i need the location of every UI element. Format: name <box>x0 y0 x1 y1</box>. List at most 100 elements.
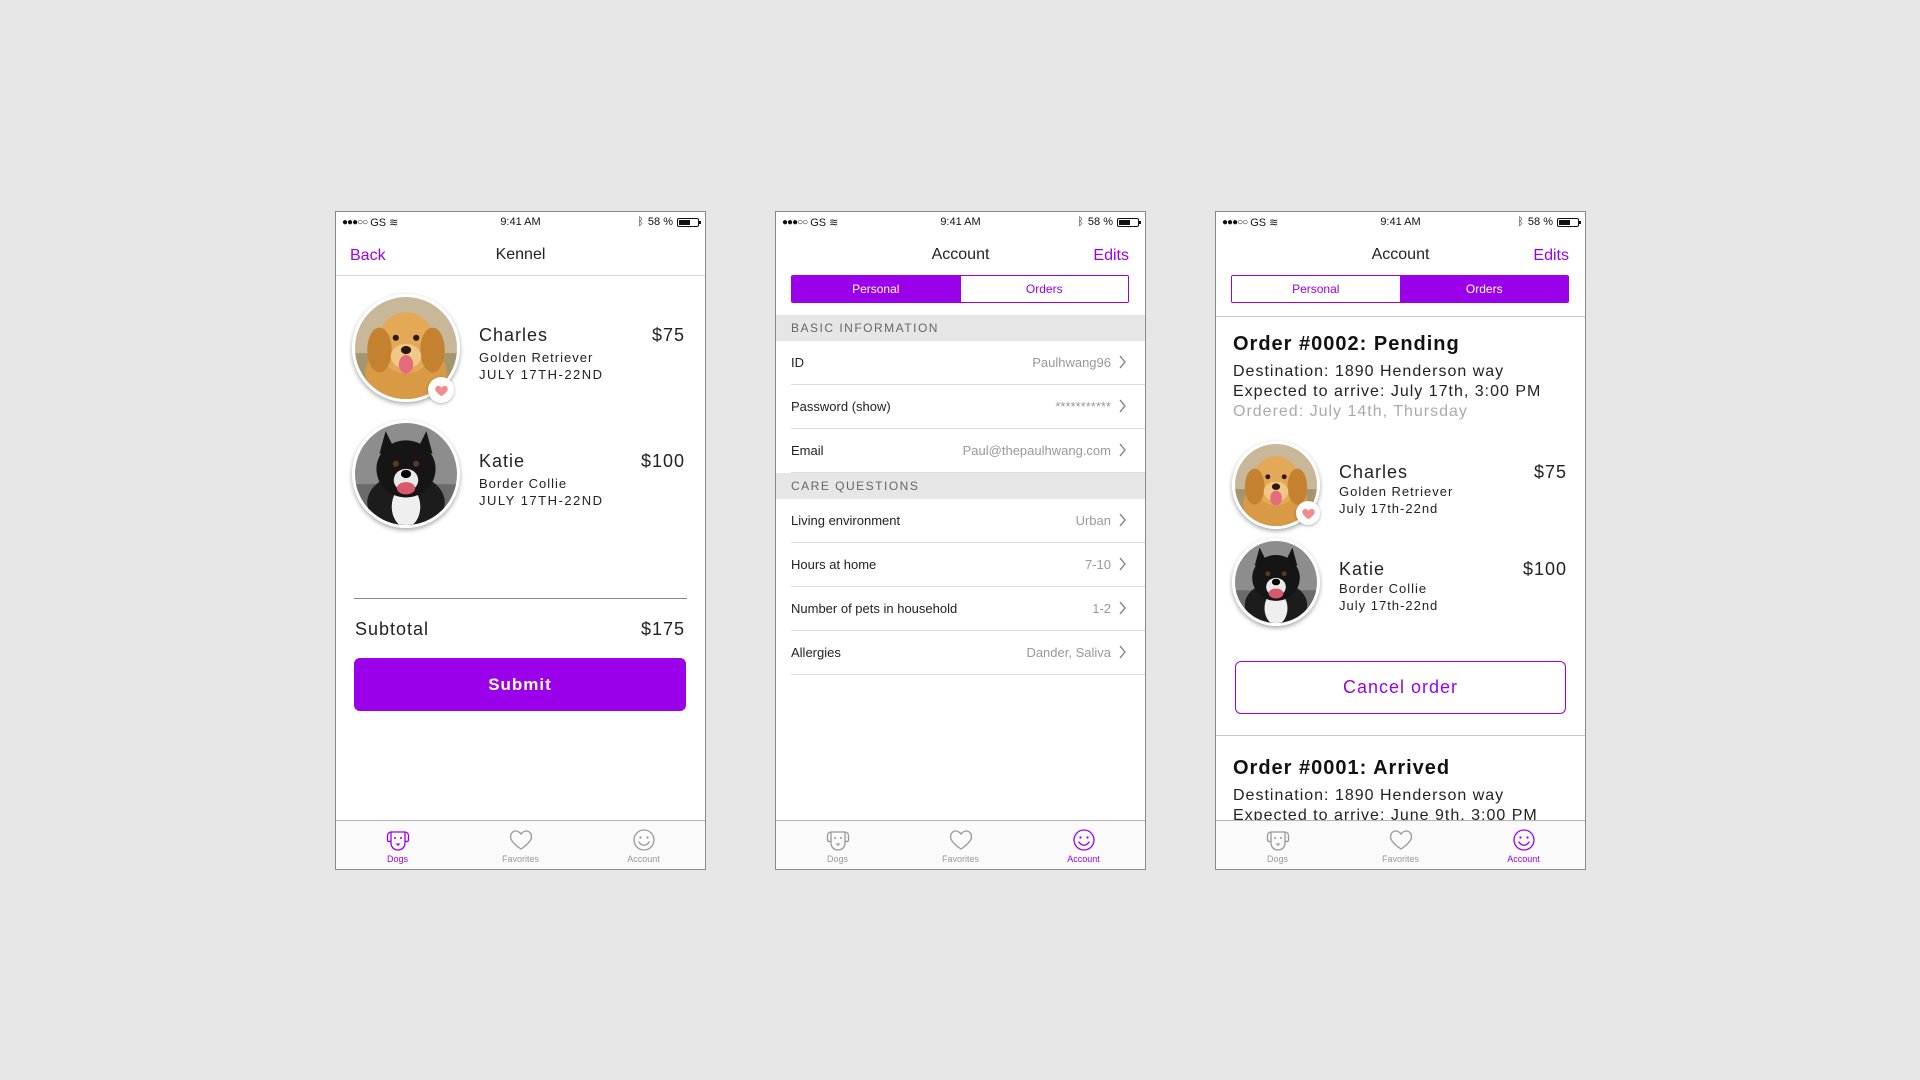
battery-percent: 58 % <box>1087 216 1113 228</box>
chevron-right-icon <box>1118 645 1127 659</box>
heart-icon <box>1388 827 1414 853</box>
tab-label: Dogs <box>826 854 848 864</box>
chevron-right-icon <box>1118 355 1127 369</box>
navigation-bar: Back Kennel <box>336 232 705 276</box>
segmented-control: Personal Orders <box>1231 275 1569 303</box>
dog-name: Charles <box>1339 462 1409 482</box>
row-living-environment[interactable]: Living environment Urban <box>776 499 1145 543</box>
status-bar: ●●●○○ GS ≋ 9:41 AM ᛒ 58 % <box>336 212 705 232</box>
dog-avatar <box>1232 538 1320 626</box>
dog-name: Katie <box>1339 559 1386 579</box>
tab-favorites[interactable]: Favorites <box>459 821 582 869</box>
dog-price: $100 <box>1522 559 1567 579</box>
segmented-control: Personal Orders <box>791 275 1129 303</box>
order-expected: Expected to arrive: July 17th, 3:00 PM <box>1233 383 1542 400</box>
tab-orders[interactable]: Orders <box>1399 276 1568 302</box>
tab-label: Dogs <box>1266 854 1288 864</box>
battery-icon <box>1557 217 1581 227</box>
row-value: 1-2 <box>1092 601 1111 616</box>
chevron-right-icon <box>1118 601 1127 615</box>
edit-button[interactable]: Edits <box>1093 247 1129 265</box>
dog-name: Katie <box>479 451 526 471</box>
subtotal-value: $175 <box>640 619 685 639</box>
tab-dogs[interactable]: Dogs <box>336 821 459 869</box>
tab-bar: Dogs Favorites Account <box>776 820 1145 869</box>
dog-breed: Border Collie <box>1339 581 1428 596</box>
chevron-right-icon <box>1118 557 1127 571</box>
tab-dogs[interactable]: Dogs <box>776 821 899 869</box>
status-bar: ●●●○○ GS ≋ 9:41 AM ᛒ 58 % <box>1216 212 1585 232</box>
tab-favorites[interactable]: Favorites <box>899 821 1022 869</box>
section-header: CARE QUESTIONS <box>776 473 1145 499</box>
dog-icon <box>1265 827 1291 853</box>
dog-dates: July 17th-22nd <box>1339 501 1439 516</box>
chevron-right-icon <box>1118 513 1127 527</box>
row-label: Allergies <box>791 645 841 660</box>
tab-label: Account <box>1067 854 1100 864</box>
order-title: Order #0001: Arrived <box>1233 757 1451 779</box>
submit-button[interactable]: Submit <box>354 658 686 711</box>
page-title: Account <box>1371 246 1430 263</box>
row-hours-at-home[interactable]: Hours at home 7-10 <box>776 543 1145 587</box>
edit-button[interactable]: Edits <box>1533 247 1569 265</box>
row-pets-in-household[interactable]: Number of pets in household 1-2 <box>776 587 1145 631</box>
dog-price: $75 <box>1533 462 1567 482</box>
heart-icon <box>508 827 534 853</box>
chevron-right-icon <box>1118 443 1127 457</box>
row-value: Urban <box>1075 513 1111 528</box>
tab-bar: Dogs Favorites Account <box>1216 820 1585 869</box>
row-label: Hours at home <box>791 557 877 572</box>
divider <box>1216 735 1585 736</box>
favorite-heart-icon[interactable] <box>428 377 454 403</box>
cancel-order-button[interactable]: Cancel order <box>1235 661 1566 714</box>
navigation-bar: Account Edits <box>776 232 1145 276</box>
battery-icon <box>1117 217 1141 227</box>
row-label: Number of pets in household <box>791 601 958 616</box>
divider <box>1216 316 1585 317</box>
tab-account[interactable]: Account <box>582 821 705 869</box>
bluetooth-icon: ᛒ <box>1077 216 1084 228</box>
row-value: 7-10 <box>1084 557 1111 572</box>
dog-icon <box>385 827 411 853</box>
row-id[interactable]: ID Paulhwang96 <box>776 341 1145 385</box>
bluetooth-icon: ᛒ <box>637 216 644 228</box>
tab-account[interactable]: Account <box>1462 821 1585 869</box>
tab-label: Account <box>1507 854 1540 864</box>
chevron-right-icon <box>1118 399 1127 413</box>
row-password[interactable]: Password (show) *********** <box>776 385 1145 429</box>
order-destination: Destination: 1890 Henderson way <box>1233 363 1505 380</box>
row-allergies[interactable]: Allergies Dander, Saliva <box>776 631 1145 675</box>
tab-label: Favorites <box>1381 854 1419 864</box>
tab-personal[interactable]: Personal <box>1232 276 1400 302</box>
dog-name: Charles <box>479 325 549 345</box>
tab-dogs[interactable]: Dogs <box>1216 821 1339 869</box>
battery-percent: 58 % <box>647 216 673 228</box>
dog-dates: JULY 17TH-22ND <box>479 367 604 382</box>
battery-icon <box>677 217 701 227</box>
tab-bar: Dogs Favorites Account <box>336 820 705 869</box>
section-header: BASIC INFORMATION <box>776 315 1145 341</box>
favorite-heart-icon[interactable] <box>1296 501 1320 525</box>
dog-dates: July 17th-22nd <box>1339 598 1439 613</box>
row-value: *********** <box>1055 399 1111 414</box>
dog-breed: Border Collie <box>479 476 568 491</box>
dog-icon <box>825 827 851 853</box>
dog-price: $100 <box>640 451 685 471</box>
row-label: Password (show) <box>791 399 891 414</box>
dog-breed: Golden Retriever <box>479 350 594 365</box>
tab-favorites[interactable]: Favorites <box>1339 821 1462 869</box>
order-title: Order #0002: Pending <box>1233 333 1460 355</box>
tab-label: Favorites <box>941 854 979 864</box>
divider <box>354 598 687 599</box>
status-bar: ●●●○○ GS ≋ 9:41 AM ᛒ 58 % <box>776 212 1145 232</box>
tab-account[interactable]: Account <box>1022 821 1145 869</box>
tab-label: Dogs <box>386 854 408 864</box>
dog-avatar <box>352 420 460 528</box>
tab-personal[interactable]: Personal <box>792 276 960 302</box>
row-email[interactable]: Email Paul@thepaulhwang.com <box>776 429 1145 473</box>
account-orders-screen: ●●●○○ GS ≋ 9:41 AM ᛒ 58 % Account Edits Per… <box>1215 211 1586 870</box>
tab-orders[interactable]: Orders <box>959 276 1128 302</box>
kennel-screen: ●●●○○ GS ≋ 9:41 AM ᛒ 58 % Back Kennel Charl… <box>335 211 706 870</box>
subtotal-label: Subtotal <box>355 619 430 639</box>
account-personal-screen: ●●●○○ GS ≋ 9:41 AM ᛒ 58 % Account Edits Per… <box>775 211 1146 870</box>
